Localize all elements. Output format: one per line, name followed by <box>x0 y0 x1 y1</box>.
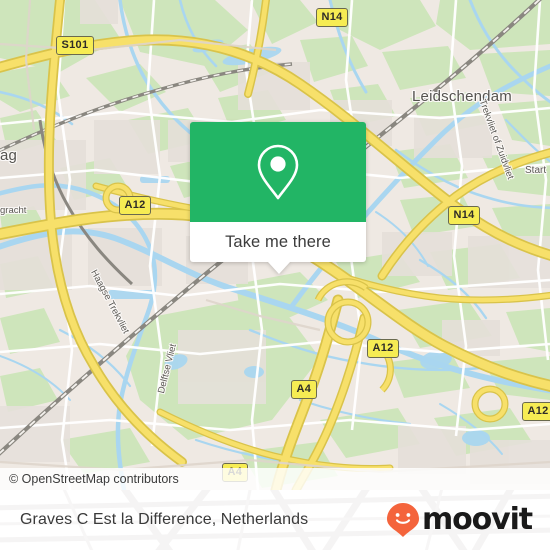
moovit-wordmark: moovit <box>421 502 533 537</box>
road-shield-a12: A12 <box>522 402 550 421</box>
road-shield-a12: A12 <box>119 196 152 215</box>
road-shield-s101: S101 <box>56 36 94 55</box>
attribution-text: © OpenStreetMap contributors <box>9 472 179 486</box>
place-title: Graves C Est la Difference, Netherlands <box>20 511 309 528</box>
location-callout-card[interactable]: Take me there <box>190 122 366 274</box>
road-shield-a4: A4 <box>291 380 317 399</box>
callout-tail <box>268 262 290 274</box>
map-attribution[interactable]: © OpenStreetMap contributors <box>0 468 550 490</box>
road-shield-n14: N14 <box>316 8 349 27</box>
bottom-bar: Graves C Est la Difference, Netherlands … <box>0 490 550 550</box>
moovit-smiley-pin-icon <box>386 503 419 537</box>
map-pin-icon <box>257 144 299 200</box>
road-shield-n14: N14 <box>448 206 481 225</box>
take-me-there-button[interactable]: Take me there <box>190 222 366 262</box>
moovit-logo[interactable]: moovit <box>386 502 533 538</box>
road-shield-a12: A12 <box>367 339 400 358</box>
map-canvas[interactable]: Leidschendam ag Start gracht Haagse Trek… <box>0 0 550 490</box>
callout-pin-area <box>190 122 366 222</box>
take-me-there-label: Take me there <box>225 232 331 251</box>
bottom-bar-content: Graves C Est la Difference, Netherlands … <box>0 490 550 550</box>
